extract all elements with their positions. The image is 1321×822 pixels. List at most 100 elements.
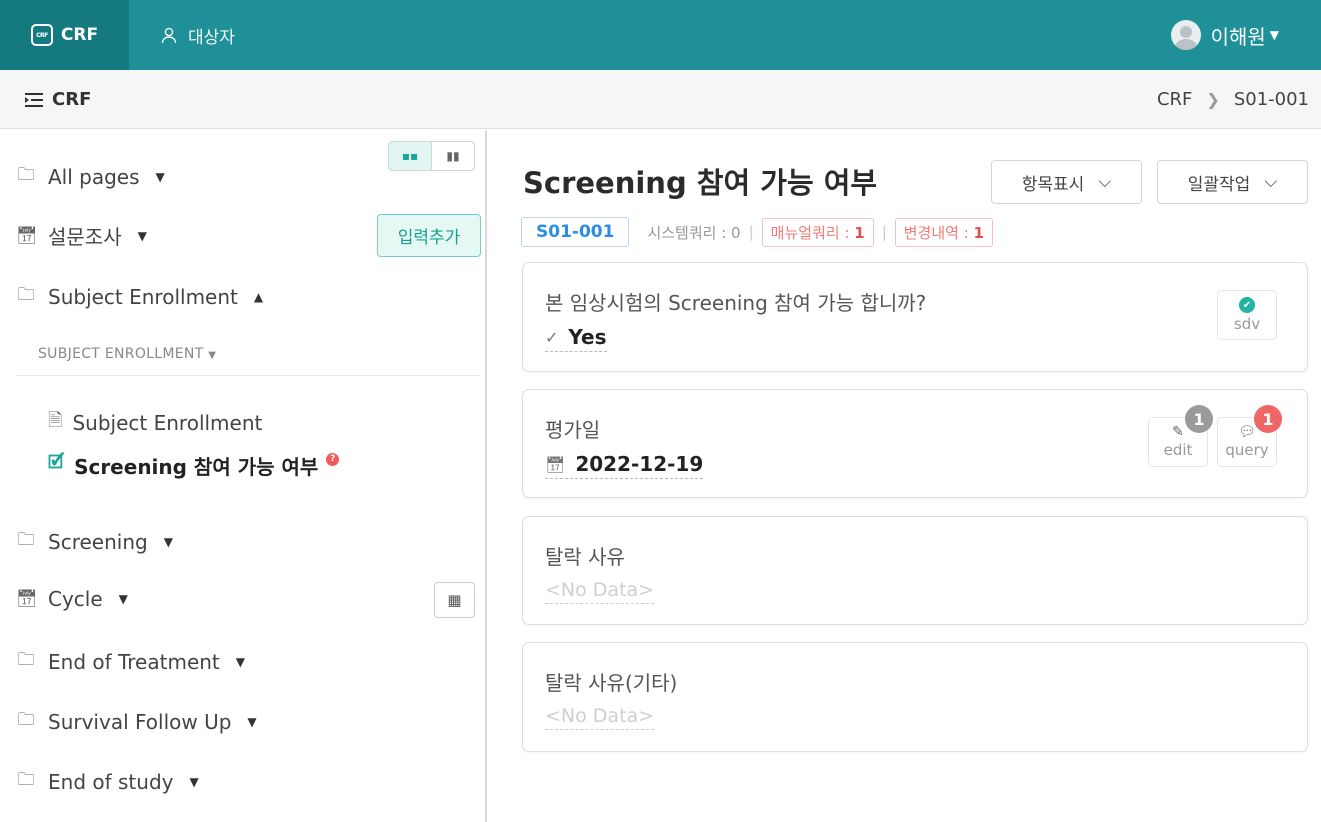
item-answer[interactable]: ✓ Yes [545, 325, 607, 352]
sidebar-group-end-of-study[interactable]: 🗀 End of study ▼ [16, 767, 199, 796]
user-icon [161, 27, 177, 44]
breadcrumb-item-crf[interactable]: CRF [1157, 89, 1192, 110]
folder-icon: 🗀 [17, 650, 35, 670]
query-label: query [1225, 441, 1269, 459]
item-answer-empty[interactable]: <No Data> [545, 705, 655, 730]
sidebar-page-label: Screening 참여 가능 여부 [74, 454, 319, 479]
sidebar-group-label: All pages [48, 164, 140, 189]
grid-view-button[interactable]: ▪▪ [389, 142, 432, 170]
item-card-screening-eligible: 본 임상시험의 Screening 참여 가능 합니까? ✓ Yes ✔ sdv [522, 262, 1308, 372]
sidebar-group-survey[interactable]: 📅︎ 설문조사 ▼ [16, 221, 147, 250]
cycle-grid-button[interactable]: ▦ [434, 582, 475, 618]
edit-label: edit [1163, 441, 1193, 459]
breadcrumb-item-subject: S01-001 [1233, 89, 1309, 110]
main-content: Screening 참여 가능 여부 항목표시 ⌵ 일괄작업 ⌵ S01-001… [489, 130, 1321, 822]
sidebar-group-label: Screening [48, 529, 148, 554]
calendar-icon: 📅︎ [16, 589, 38, 609]
edit-history-button[interactable]: ✎ edit 1 [1148, 405, 1213, 467]
bar-chart-icon: ▮▮ [446, 149, 460, 163]
dropdown-label: 일괄작업 [1187, 174, 1251, 195]
item-answer-value: 2022-12-19 [575, 452, 704, 476]
user-menu[interactable]: 이해원 ▼ [1170, 0, 1279, 70]
item-question: 본 임상시험의 Screening 참여 가능 합니까? [545, 291, 927, 315]
folder-icon: 🗀 [17, 710, 35, 730]
edit-count-badge: 1 [1185, 405, 1213, 433]
chevron-down-icon: ⌵ [1098, 172, 1112, 192]
divider [16, 375, 481, 376]
sidebar-group-all-pages[interactable]: 🗀 All pages ▼ [16, 162, 165, 191]
subject-id-badge: S01-001 [521, 217, 630, 247]
grid-icon: ▪▪ [401, 149, 419, 163]
section-label[interactable]: SUBJECT ENROLLMENT ▼ [38, 346, 216, 362]
item-card-evaluation-date: 평가일 📅︎ 2022-12-19 ✎ edit 1 💬︎ query 1 [522, 389, 1308, 498]
sidebar-group-label: Cycle [48, 587, 103, 611]
display-items-dropdown[interactable]: 항목표시 ⌵ [991, 160, 1142, 204]
sidebar-page-screening-eligibility[interactable]: 🗹 Screening 참여 가능 여부 ? [48, 450, 340, 480]
user-name: 이해원 [1210, 24, 1266, 49]
check-circle-icon: ✔ [1239, 297, 1255, 313]
item-question: 탈락 사유 [545, 545, 625, 569]
page-title: Screening 참여 가능 여부 [523, 166, 878, 200]
sidebar-group-screening[interactable]: 🗀 Screening ▼ [16, 527, 173, 556]
caret-down-icon: ▼ [155, 169, 165, 184]
manual-query-badge[interactable]: 매뉴얼쿼리 : 1 [761, 217, 874, 247]
page-menu-toggle[interactable]: CRF [24, 70, 91, 129]
chat-bubble-icon: 💬︎ [1238, 424, 1256, 440]
folder-icon: 🗀 [17, 770, 35, 790]
sidebar-group-survival-follow-up[interactable]: 🗀 Survival Follow Up ▼ [16, 707, 257, 736]
item-answer-value: Yes [568, 325, 607, 349]
item-question: 탈락 사유(기타) [545, 671, 678, 695]
folder-icon: 🗀 [17, 285, 35, 305]
document-icon: 🗎 [48, 410, 63, 431]
folder-icon: 🗀 [17, 165, 35, 185]
sidebar-group-label: 설문조사 [48, 225, 122, 249]
brand-crf-tab[interactable]: CRF CRF [0, 0, 129, 70]
chart-view-button[interactable]: ▮▮ [432, 142, 474, 170]
item-question: 평가일 [545, 418, 601, 442]
sdv-button[interactable]: ✔ sdv [1217, 290, 1277, 340]
caret-down-icon: ▼ [137, 228, 147, 243]
grid-icon: ▦ [447, 591, 462, 609]
sidebar: ▪▪ ▮▮ 🗀 All pages ▼ 📅︎ 설문조사 ▼ 입력추가 🗀 Sub… [0, 130, 487, 822]
sidebar-group-label: Survival Follow Up [48, 709, 232, 734]
divider: | [881, 223, 887, 241]
caret-down-icon: ▼ [247, 714, 257, 729]
caret-down-icon: ▼ [118, 592, 128, 606]
caret-down-icon: ▼ [163, 534, 173, 549]
nav-subjects[interactable]: 대상자 [160, 0, 235, 70]
crf-logo-icon: CRF [30, 24, 53, 46]
chevron-down-icon: ⌵ [1264, 172, 1278, 192]
pencil-icon: ✎ [1172, 424, 1184, 440]
top-navbar: CRF CRF 대상자 이해원 ▼ [0, 0, 1321, 70]
sidebar-group-subject-enrollment[interactable]: 🗀 Subject Enrollment ▲ [16, 282, 264, 311]
batch-action-dropdown[interactable]: 일괄작업 ⌵ [1157, 160, 1308, 204]
sub-header: CRF CRF ❯ S01-001 [0, 70, 1321, 129]
change-history-badge[interactable]: 변경내역 : 1 [894, 217, 993, 247]
sidebar-group-label: End of study [48, 769, 174, 794]
calendar-icon: 📅︎ [545, 454, 566, 474]
item-answer-empty[interactable]: <No Data> [545, 579, 655, 604]
brand-label: CRF [60, 25, 99, 45]
query-button[interactable]: 💬︎ query 1 [1217, 405, 1282, 467]
sidebar-group-end-of-treatment[interactable]: 🗀 End of Treatment ▼ [16, 647, 246, 676]
subbar-title: CRF [52, 89, 92, 110]
sidebar-group-label: End of Treatment [48, 649, 220, 674]
check-icon: ✓ [545, 327, 559, 347]
sidebar-group-cycle[interactable]: 📅︎ Cycle ▼ [16, 587, 128, 611]
caret-down-icon: ▼ [235, 654, 246, 669]
system-query-count: 시스템쿼리 : 0 [647, 223, 741, 242]
sdv-label: sdv [1233, 315, 1261, 333]
breadcrumb: CRF ❯ S01-001 [1157, 70, 1309, 129]
add-entry-button[interactable]: 입력추가 [377, 214, 481, 257]
sidebar-page-subject-enrollment[interactable]: 🗎 Subject Enrollment [48, 408, 262, 438]
avatar [1170, 20, 1201, 50]
menu-fold-icon [25, 92, 43, 107]
caret-down-icon: ▼ [1269, 28, 1279, 42]
view-mode-toggle: ▪▪ ▮▮ [388, 141, 475, 171]
caret-down-icon: ▼ [208, 350, 217, 361]
item-card-dropout-reason: 탈락 사유 <No Data> [522, 516, 1308, 625]
sidebar-page-label: Subject Enrollment [72, 411, 263, 435]
item-answer[interactable]: 📅︎ 2022-12-19 [545, 452, 704, 479]
dropdown-label: 항목표시 [1021, 174, 1085, 195]
folder-icon: 🗀 [17, 530, 35, 550]
